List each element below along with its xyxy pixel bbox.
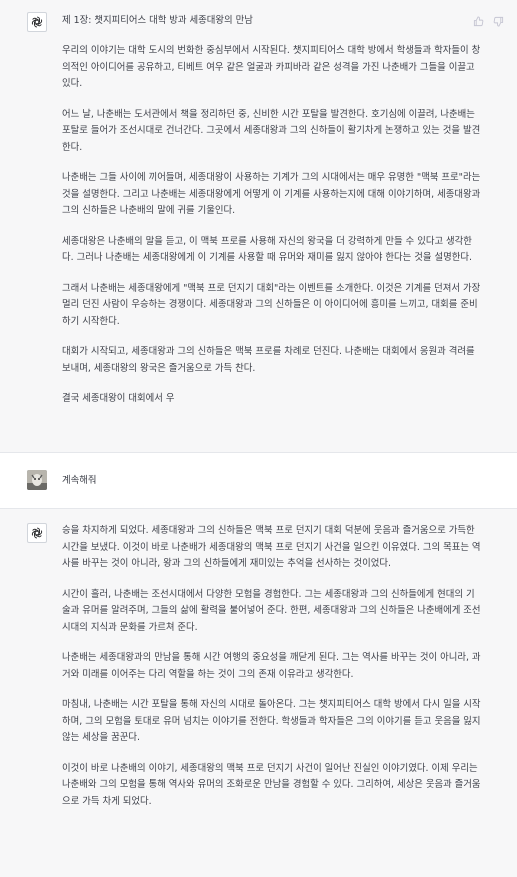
message-paragraph: 세종대왕은 나춘배의 말을 듣고, 이 맥북 프로를 사용해 자신의 왕국을 더…: [62, 235, 472, 264]
chapter-title: 제 1장: 챗지피티어스 대학 방과 세종대왕의 만남: [62, 15, 253, 26]
message-paragraph: 마침내, 나춘배는 시간 포탈을 통해 자신의 시대로 돌아온다. 그는 챗지피…: [62, 699, 481, 743]
assistant-message-1: 제 1장: 챗지피티어스 대학 방과 세종대왕의 만남 우리의 이야기는 대학 …: [0, 0, 517, 453]
message-paragraph: 시간이 흘러, 나춘배는 조선시대에서 다양한 모험을 경험한다. 그는 세종대…: [62, 588, 481, 633]
message-paragraph: 나춘배는 세종대왕과의 만남을 통해 시간 여행의 중요성을 깨닫게 된다. 그…: [62, 652, 481, 680]
user-avatar: [27, 470, 47, 490]
message-paragraph: 이것이 바로 나춘배의 이야기, 세종대왕의 맥북 프로 던지기 사건이 일어난…: [62, 762, 481, 807]
message-paragraph: 대회가 시작되고, 세종대왕과 그의 신하들은 맥북 프로를 차례로 던진다. …: [62, 346, 475, 374]
message-paragraph: 결국 세종대왕이 대회에서 우: [62, 393, 175, 404]
feedback-buttons: [471, 14, 505, 28]
message-paragraph: 그래서 나춘배는 세종대왕에게 "맥북 프로 던지기 대회"라는 이벤트를 소개…: [62, 282, 481, 327]
openai-logo-icon: [27, 12, 47, 32]
user-message: 계속해줘: [0, 453, 517, 509]
openai-logo-icon: [27, 523, 47, 543]
message-paragraph: 승을 차지하게 되었다. 세종대왕과 그의 신하들은 맥북 프로 던지기 대회 …: [62, 525, 481, 569]
assistant-message-content: 승을 차지하게 되었다. 세종대왕과 그의 신하들은 맥북 프로 던지기 대회 …: [62, 523, 482, 824]
message-paragraph: 나춘배는 그들 사이에 끼어들며, 세종대왕이 사용하는 기계가 그의 시대에서…: [62, 172, 481, 216]
assistant-message-2: 승을 차지하게 되었다. 세종대왕과 그의 신하들은 맥북 프로 던지기 대회 …: [0, 509, 517, 877]
message-paragraph: 우리의 이야기는 대학 도시의 번화한 중심부에서 시작된다. 챗지피티어스 대…: [62, 45, 481, 89]
assistant-message-content: 제 1장: 챗지피티어스 대학 방과 세종대왕의 만남 우리의 이야기는 대학 …: [62, 13, 482, 422]
user-message-text: 계속해줘: [62, 475, 97, 486]
message-paragraph: 어느 날, 나춘배는 도서관에서 책을 정리하던 중, 신비한 시간 포탈을 발…: [62, 108, 481, 153]
thumbs-down-icon[interactable]: [491, 14, 505, 28]
thumbs-up-icon[interactable]: [471, 14, 485, 28]
